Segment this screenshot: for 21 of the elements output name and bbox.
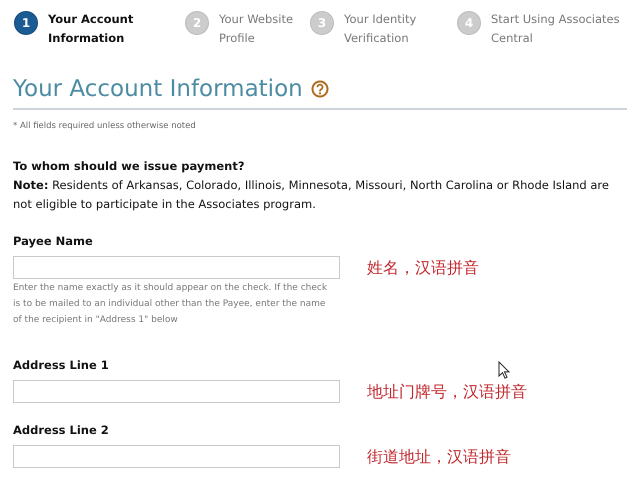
step-label: Your Website Profile bbox=[219, 11, 294, 47]
field-label: Address Line 2 bbox=[13, 423, 109, 439]
payment-question: To whom should we issue payment? bbox=[13, 158, 246, 175]
input-field[interactable] bbox=[13, 380, 340, 403]
step-number: 1 bbox=[14, 11, 38, 35]
help-icon[interactable] bbox=[310, 80, 329, 98]
step-label: Your Account Information bbox=[48, 11, 134, 47]
field-label: Address Line 1 bbox=[13, 358, 109, 374]
field-label: Payee Name bbox=[13, 234, 93, 250]
input-field[interactable] bbox=[13, 256, 340, 279]
step-label: Start Using Associates Central bbox=[491, 11, 621, 47]
annotation: 姓名，汉语拼音 bbox=[367, 257, 479, 279]
step-label: Your Identity Verification bbox=[344, 11, 418, 47]
annotation: 地址门牌号，汉语拼音 bbox=[367, 381, 527, 403]
mouse-pointer-icon bbox=[498, 361, 510, 379]
input-field[interactable] bbox=[13, 445, 340, 468]
required-note: * All fields required unless otherwise noted bbox=[13, 121, 197, 131]
page-title: Your Account Information bbox=[13, 75, 303, 104]
annotation: 街道地址，汉语拼音 bbox=[367, 446, 511, 468]
eligibility-note: Note: Residents of Arkansas, Colorado, Illinois, Minnesota, Missouri, North Carolina or Rhode Island are not eligible to participate in the Associates program. bbox=[13, 177, 610, 213]
field-hint: Enter the name exactly as it should appear on the check. If the check is to be mailed to an individual other than the Payee, enter the name of the recipient in "Address 1" below bbox=[13, 282, 328, 327]
